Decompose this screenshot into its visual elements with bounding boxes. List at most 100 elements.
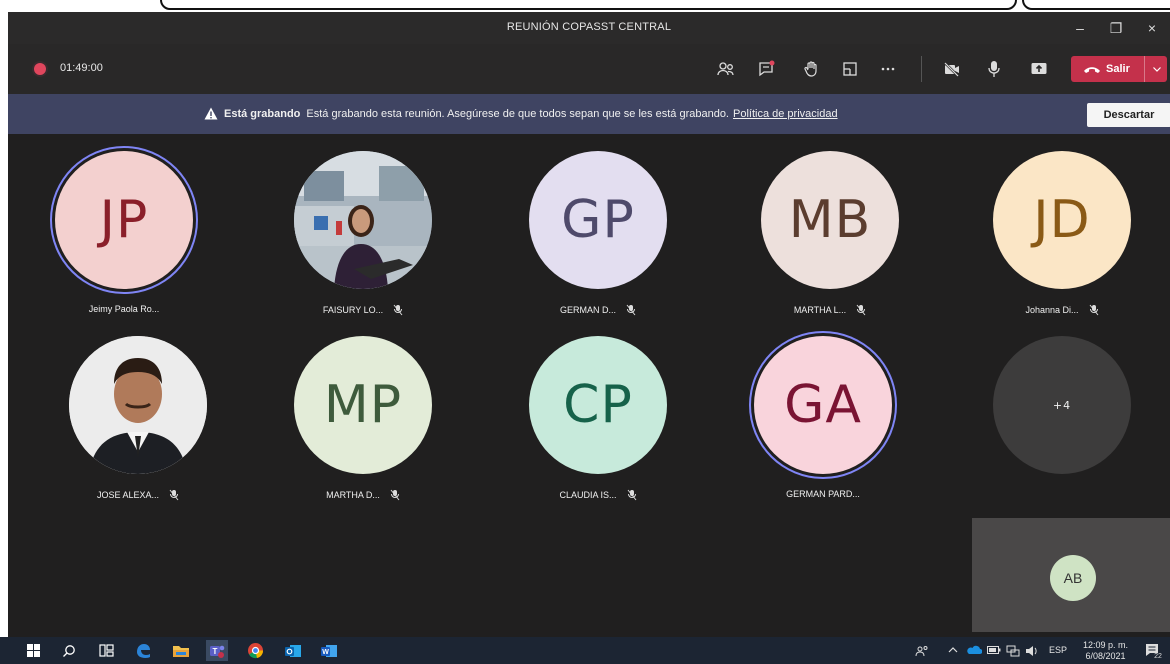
privacy-policy-link[interactable]: Política de privacidad [733,108,838,120]
language-indicator[interactable]: ESP [1049,645,1067,655]
teams-icon[interactable]: T [206,640,228,661]
teams-meeting-window: REUNIÓN COPASST CENTRAL – ❐ × 01:49:00 S… [8,12,1170,637]
task-view-icon[interactable] [95,640,117,661]
avatar-initials: GP [561,190,635,250]
avatar-initials: GA [784,375,862,435]
participant-name-row: JOSE ALEXA... [42,489,234,501]
participant-avatar: GP [529,151,667,289]
participant-tile[interactable]: MB MARTHA L... [734,151,914,341]
mic-muted-icon [1089,304,1099,316]
edge-icon[interactable] [132,640,154,661]
avatar-initials: CP [563,375,633,435]
participant-name: Jeimy Paola Ro... [88,304,160,314]
network-icon[interactable] [1006,645,1020,659]
chevron-down-icon[interactable] [1144,56,1161,82]
participant-name-row: CLAUDIA IS... [502,489,694,501]
mic-icon[interactable] [982,58,1006,80]
overflow-participants-tile[interactable]: +4 [966,336,1146,526]
participant-tile[interactable]: CP CLAUDIA IS... [502,336,682,526]
participant-avatar: MB [761,151,899,289]
participant-avatar: MP [294,336,432,474]
recording-indicator-icon [34,63,46,75]
warning-icon [204,107,218,120]
overflow-count: +4 [1052,398,1072,412]
window-controls: – ❐ × [1062,12,1170,44]
window-outline [160,0,1017,10]
participant-name: MARTHA L... [793,305,847,315]
notifications-icon[interactable]: 22 [1142,640,1164,661]
avatar-initials: MP [323,375,403,435]
file-explorer-icon[interactable] [170,640,192,661]
taskbar-clock[interactable]: 12:09 p. m. 6/08/2021 [1083,640,1128,662]
desktop-edge [0,0,1170,12]
minimize-button[interactable]: – [1062,12,1098,44]
hang-up-icon [1083,64,1101,74]
share-screen-icon[interactable] [1027,58,1051,80]
recording-text: Está grabando esta reunión. Asegúrese de… [306,107,729,120]
participant-tile[interactable]: MP MARTHA D... [267,336,447,526]
mic-muted-icon [856,304,866,316]
participant-name-row: Jeimy Paola Ro... [28,304,220,314]
participant-avatar: CP [529,336,667,474]
recording-banner: Está grabando Está grabando esta reunión… [8,94,1170,134]
participant-tile[interactable]: JOSE ALEXA... [42,336,222,526]
participant-tile[interactable]: GP GERMAN D... [502,151,682,341]
participant-name-row: GERMAN D... [502,304,694,316]
mic-muted-icon [627,489,637,501]
participant-avatar: JP [55,151,193,289]
leave-label: Salir [1106,63,1130,75]
camera-off-icon[interactable] [940,58,964,80]
participant-name: FAISURY LO... [322,305,384,315]
participant-name: GERMAN PARD... [786,489,860,499]
windows-taskbar: T W ESP 12:09 p. m. 6/08/2021 22 [0,637,1170,664]
mic-muted-icon [390,489,400,501]
recording-message: Está grabando Está grabando esta reunión… [204,107,838,120]
battery-icon[interactable] [987,645,1001,657]
self-view-tile[interactable]: AB [972,518,1170,632]
chrome-icon[interactable] [244,640,266,661]
notification-count: 22 [1154,653,1162,659]
mic-muted-icon [393,304,403,316]
leave-button[interactable]: Salir [1071,56,1167,82]
people-tray-icon[interactable] [915,645,929,659]
participant-avatar: GA [754,336,892,474]
search-icon[interactable] [58,640,80,661]
participant-tile[interactable]: FAISURY LO... [267,151,447,341]
participant-photo [69,336,207,474]
mic-muted-icon [169,489,179,501]
toolbar-divider [921,56,922,82]
raise-hand-icon[interactable] [800,58,824,80]
svg-text:T: T [213,647,218,656]
svg-text:W: W [322,649,329,656]
rooms-icon[interactable] [838,58,862,80]
participant-tile[interactable]: JP Jeimy Paola Ro... [28,151,208,341]
outlook-icon[interactable] [282,640,304,661]
participant-name: GERMAN D... [559,305,616,315]
self-avatar: AB [1050,555,1096,601]
maximize-button[interactable]: ❐ [1098,12,1134,44]
participant-avatar: JD [993,151,1131,289]
participant-tile[interactable]: GA GERMAN PARD... [727,336,907,526]
onedrive-icon[interactable] [966,645,983,657]
people-icon[interactable] [714,58,738,80]
chat-icon[interactable] [754,58,778,80]
participant-tile[interactable]: JD Johanna Di... [966,151,1146,341]
meeting-toolbar: 01:49:00 Salir [8,44,1170,94]
participant-name-row: MARTHA L... [734,304,926,316]
clock-time: 12:09 p. m. [1083,640,1129,650]
recording-title: Está grabando [224,107,301,120]
window-outline [1022,0,1170,10]
overflow-count-avatar: +4 [993,336,1131,474]
clock-date: 6/08/2021 [1085,651,1126,661]
title-bar: REUNIÓN COPASST CENTRAL – ❐ × [8,12,1170,44]
participant-name-row: MARTHA D... [267,489,459,501]
close-button[interactable]: × [1134,12,1170,44]
windows-start-icon[interactable] [22,640,44,661]
meeting-timer: 01:49:00 [60,62,103,74]
word-icon[interactable]: W [318,640,340,661]
more-icon[interactable] [876,58,900,80]
chevron-up-icon[interactable] [948,645,958,655]
volume-icon[interactable] [1025,645,1039,659]
avatar-initials: MB [788,190,872,250]
dismiss-button[interactable]: Descartar [1087,103,1170,127]
